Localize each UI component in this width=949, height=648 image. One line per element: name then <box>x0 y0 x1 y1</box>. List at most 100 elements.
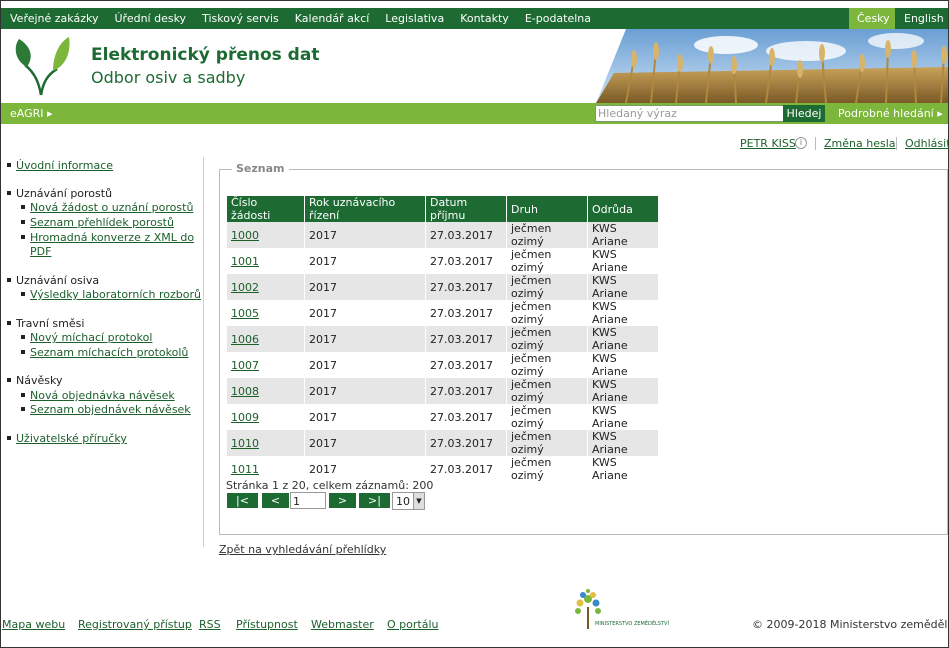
application-number-link[interactable]: 1006 <box>231 333 259 346</box>
sidebar-section-travni-smesi: Travní směsi <box>16 317 85 330</box>
advanced-search-link[interactable]: Podrobné hledání ▸ <box>838 103 943 124</box>
cell-rok: 2017 <box>304 352 426 378</box>
sidebar-item-nova-zadost[interactable]: Nová žádost o uznání porostů <box>30 201 193 214</box>
cell-odruda: KWS Ariane <box>587 274 659 300</box>
cell-odruda: KWS Ariane <box>587 300 659 326</box>
separator <box>896 137 897 150</box>
application-number-link[interactable]: 1010 <box>231 437 259 450</box>
eagri-leaf-logo-icon[interactable] <box>13 35 71 97</box>
cell-datum-prijmu: 27.03.2017 <box>425 352 507 378</box>
sidebar-item-uzivatelske-prirucky[interactable]: Uživatelské příručky <box>16 432 127 445</box>
page-number-input[interactable]: 1 <box>290 492 326 509</box>
footer-link-webmaster[interactable]: Webmaster <box>311 618 374 631</box>
table-row: 1002 2017 27.03.2017 ječmen ozimý KWS Ariane <box>227 274 659 300</box>
cell-odruda: KWS Ariane <box>587 378 659 404</box>
cell-cislo-zadosti: 1005 <box>227 300 305 326</box>
application-number-link[interactable]: 1000 <box>231 229 259 242</box>
column-header-odruda[interactable]: Odrůda <box>587 196 659 222</box>
application-number-link[interactable]: 1009 <box>231 411 259 424</box>
page-size-select[interactable]: 10 ▼ <box>392 492 425 510</box>
nav-tiskovy-servis[interactable]: Tiskový servis <box>194 8 287 29</box>
column-header-rok[interactable]: Rok uznávacího řízení <box>304 196 426 222</box>
application-number-link[interactable]: 1011 <box>231 463 259 476</box>
eagri-menu[interactable]: eAGRI ▸ <box>10 103 53 124</box>
footer-link-o-portalu[interactable]: O portálu <box>387 618 438 631</box>
bullet <box>21 335 25 339</box>
table-row: 1000 2017 27.03.2017 ječmen ozimý KWS Ariane <box>227 222 659 248</box>
cell-cislo-zadosti: 1006 <box>227 326 305 352</box>
bullet <box>21 393 25 397</box>
nav-legislativa[interactable]: Legislativa <box>377 8 452 29</box>
cell-cislo-zadosti: 1010 <box>227 430 305 456</box>
nav-uredni-desky[interactable]: Úřední desky <box>106 8 194 29</box>
footer-link-registrovany-pristup[interactable]: Registrovaný přístup <box>78 618 192 631</box>
application-number-link[interactable]: 1008 <box>231 385 259 398</box>
search-button[interactable]: Hledej <box>783 105 825 122</box>
cell-druh: ječmen ozimý <box>506 248 588 274</box>
back-to-search-link[interactable]: Zpět na vyhledávání přehlídky <box>219 543 386 556</box>
nav-kontakty[interactable]: Kontakty <box>452 8 517 29</box>
cell-cislo-zadosti: 1009 <box>227 404 305 430</box>
page-size-value: 10 <box>396 495 410 508</box>
sidebar-item-nova-objednavka[interactable]: Nová objednávka návěsek <box>30 389 175 402</box>
cell-odruda: KWS Ariane <box>587 430 659 456</box>
sidebar-item-uvodni-informace[interactable]: Úvodní informace <box>16 159 113 172</box>
first-page-button[interactable]: |< <box>227 493 258 508</box>
cell-odruda: KWS Ariane <box>587 248 659 274</box>
sidebar-section-uznavani-osiva: Uznávání osiva <box>16 274 100 287</box>
application-number-link[interactable]: 1001 <box>231 255 259 268</box>
caret-right-icon: ▸ <box>937 107 943 120</box>
cell-cislo-zadosti: 1002 <box>227 274 305 300</box>
sidebar-section-uznavani-porostu: Uznávání porostů <box>16 187 113 200</box>
nav-kalendar-akci[interactable]: Kalendář akcí <box>287 8 378 29</box>
application-number-link[interactable]: 1007 <box>231 359 259 372</box>
column-header-druh[interactable]: Druh <box>506 196 588 222</box>
top-navigation: Veřejné zakázky Úřední desky Tiskový ser… <box>1 8 948 29</box>
bullet <box>21 292 25 296</box>
cell-datum-prijmu: 27.03.2017 <box>425 456 507 482</box>
sidebar-item-novy-protokol[interactable]: Nový míchací protokol <box>30 331 152 344</box>
cell-datum-prijmu: 27.03.2017 <box>425 300 507 326</box>
last-page-button[interactable]: >| <box>359 493 390 508</box>
cell-datum-prijmu: 27.03.2017 <box>425 274 507 300</box>
column-header-cislo-zadosti[interactable]: Číslo žádosti <box>227 196 305 222</box>
logout-link[interactable]: Odhlásit <box>905 137 949 150</box>
footer-link-rss[interactable]: RSS <box>199 618 221 631</box>
bullet <box>21 407 25 411</box>
nav-e-podatelna[interactable]: E-podatelna <box>517 8 599 29</box>
sidebar-item-hromadna-konverze-cont[interactable]: PDF <box>30 245 51 258</box>
lang-english-button[interactable]: English <box>896 8 949 29</box>
application-number-link[interactable]: 1005 <box>231 307 259 320</box>
info-icon[interactable]: i <box>795 137 807 149</box>
footer-link-mapa-webu[interactable]: Mapa webu <box>2 618 65 631</box>
column-header-datum-prijmu[interactable]: Datum příjmu <box>425 196 507 222</box>
search-input[interactable]: Hledaný výraz <box>595 105 784 122</box>
prev-page-button[interactable]: < <box>262 493 289 508</box>
sidebar-item-hromadna-konverze[interactable]: Hromadná konverze z XML do <box>30 231 194 244</box>
user-name-link[interactable]: PETR KISS <box>740 137 796 150</box>
change-password-link[interactable]: Změna hesla <box>824 137 896 150</box>
table-row: 1005 2017 27.03.2017 ječmen ozimý KWS Ariane <box>227 300 659 326</box>
sidebar-item-seznam-prehlidek[interactable]: Seznam přehlídek porostů <box>30 216 174 229</box>
next-page-button[interactable]: > <box>329 493 356 508</box>
cell-druh: ječmen ozimý <box>506 378 588 404</box>
sidebar-item-vysledky-rozboru[interactable]: Výsledky laboratorních rozborů <box>30 288 201 301</box>
application-number-link[interactable]: 1002 <box>231 281 259 294</box>
bullet <box>21 350 25 354</box>
cell-rok: 2017 <box>304 300 426 326</box>
table-row: 1006 2017 27.03.2017 ječmen ozimý KWS Ariane <box>227 326 659 352</box>
sidebar-section-navesky: Návěsky <box>16 374 63 387</box>
sidebar-item-seznam-protokolu[interactable]: Seznam míchacích protokolů <box>30 346 188 359</box>
cell-rok: 2017 <box>304 430 426 456</box>
cell-druh: ječmen ozimý <box>506 326 588 352</box>
cell-rok: 2017 <box>304 404 426 430</box>
search-bar: eAGRI ▸ Hledaný výraz Hledej Podrobné hl… <box>1 103 948 124</box>
bullet <box>7 163 11 167</box>
cell-druh: ječmen ozimý <box>506 222 588 248</box>
table-row: 1007 2017 27.03.2017 ječmen ozimý KWS Ariane <box>227 352 659 378</box>
lang-czech-button[interactable]: Česky <box>849 8 895 29</box>
footer-link-pristupnost[interactable]: Přístupnost <box>236 618 298 631</box>
sidebar-item-seznam-objednavek[interactable]: Seznam objednávek návěsek <box>30 403 191 416</box>
ministry-logo[interactable]: MINISTERSTVO ZEMĚDĚLSTVÍ <box>573 589 683 631</box>
nav-verejne-zakazky[interactable]: Veřejné zakázky <box>1 8 106 29</box>
